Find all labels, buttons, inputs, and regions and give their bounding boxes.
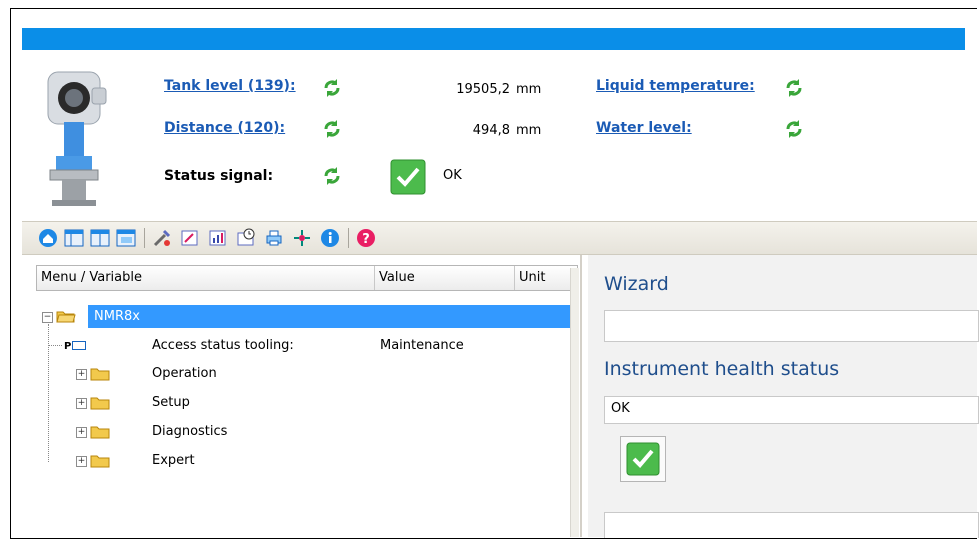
tree-root-label: NMR8x (94, 309, 140, 324)
refresh-icon[interactable] (784, 78, 804, 98)
folder-icon (90, 426, 110, 439)
edit-icon[interactable] (180, 228, 200, 248)
info-icon[interactable] (320, 228, 340, 248)
network-icon[interactable] (292, 228, 312, 248)
refresh-icon[interactable] (784, 119, 804, 139)
tree-line (48, 345, 62, 346)
liquid-temperature-link[interactable]: Liquid temperature: (596, 78, 755, 94)
print-icon[interactable] (264, 228, 284, 248)
header-accent-bar (22, 28, 965, 50)
toolbar-separator (348, 228, 349, 248)
expand-toggle[interactable]: + (76, 456, 87, 467)
wizard-title: Wizard (604, 273, 669, 295)
distance-unit: mm (516, 123, 542, 138)
refresh-icon[interactable] (322, 78, 342, 98)
folder-icon (90, 368, 110, 381)
expand-toggle[interactable]: + (76, 369, 87, 380)
tools-icon[interactable] (152, 228, 172, 248)
panel-splitter[interactable] (580, 255, 582, 537)
refresh-icon[interactable] (322, 119, 342, 139)
layout-2-icon[interactable] (90, 228, 110, 248)
column-header-menu[interactable]: Menu / Variable (37, 266, 375, 290)
chart-icon[interactable] (208, 228, 228, 248)
device-image (47, 71, 107, 206)
checkmark-icon (626, 442, 660, 476)
status-signal-value: OK (443, 168, 462, 183)
folder-icon (90, 397, 110, 410)
expand-toggle[interactable]: + (76, 398, 87, 409)
distance-link[interactable]: Distance (120): (164, 120, 285, 136)
folder-icon (90, 455, 110, 468)
distance-value: 494,8 (472, 123, 510, 138)
water-level-link[interactable]: Water level: (596, 120, 692, 136)
tree-item-setup[interactable]: Setup (152, 392, 190, 414)
status-ok-checkmark-icon (390, 159, 426, 195)
health-ok-button (620, 436, 666, 482)
health-status-title: Instrument health status (604, 358, 840, 380)
tree-item-expert[interactable]: Expert (152, 450, 195, 472)
toolbar: ? (22, 221, 977, 255)
wizard-box[interactable] (604, 310, 979, 342)
tree-scrollbar[interactable] (570, 268, 579, 537)
column-header-unit[interactable]: Unit (515, 266, 577, 290)
param-indicator: P (64, 335, 87, 357)
svg-text:?: ? (362, 232, 370, 247)
tank-level-unit: mm (516, 82, 542, 97)
open-folder-icon (56, 311, 76, 323)
help-icon[interactable]: ? (356, 228, 376, 248)
toolbar-separator (144, 228, 145, 248)
clock-icon[interactable] (236, 228, 256, 248)
next-section-box (604, 512, 979, 538)
collapse-toggle[interactable]: − (42, 312, 53, 323)
tree-item-label[interactable]: Access status tooling: (152, 335, 294, 357)
tree-header: Menu / Variable Value Unit (36, 265, 578, 291)
tank-level-link[interactable]: Tank level (139): (164, 78, 296, 94)
column-header-value[interactable]: Value (375, 266, 515, 290)
status-signal-label: Status signal: (164, 168, 274, 184)
refresh-icon[interactable] (322, 166, 342, 186)
home-icon[interactable] (38, 228, 58, 248)
layout-1-icon[interactable] (64, 228, 84, 248)
layout-3-icon[interactable] (116, 228, 136, 248)
tank-level-value: 19505,2 (456, 82, 510, 97)
expand-toggle[interactable]: + (76, 427, 87, 438)
tree-item-operation[interactable]: Operation (152, 363, 217, 385)
health-status-value: OK (611, 401, 630, 416)
tree-item-value[interactable]: Maintenance (380, 335, 464, 357)
tree-item-diagnostics[interactable]: Diagnostics (152, 421, 227, 443)
health-status-box: OK (604, 396, 979, 424)
tree-row-selected[interactable]: NMR8x (88, 305, 576, 328)
